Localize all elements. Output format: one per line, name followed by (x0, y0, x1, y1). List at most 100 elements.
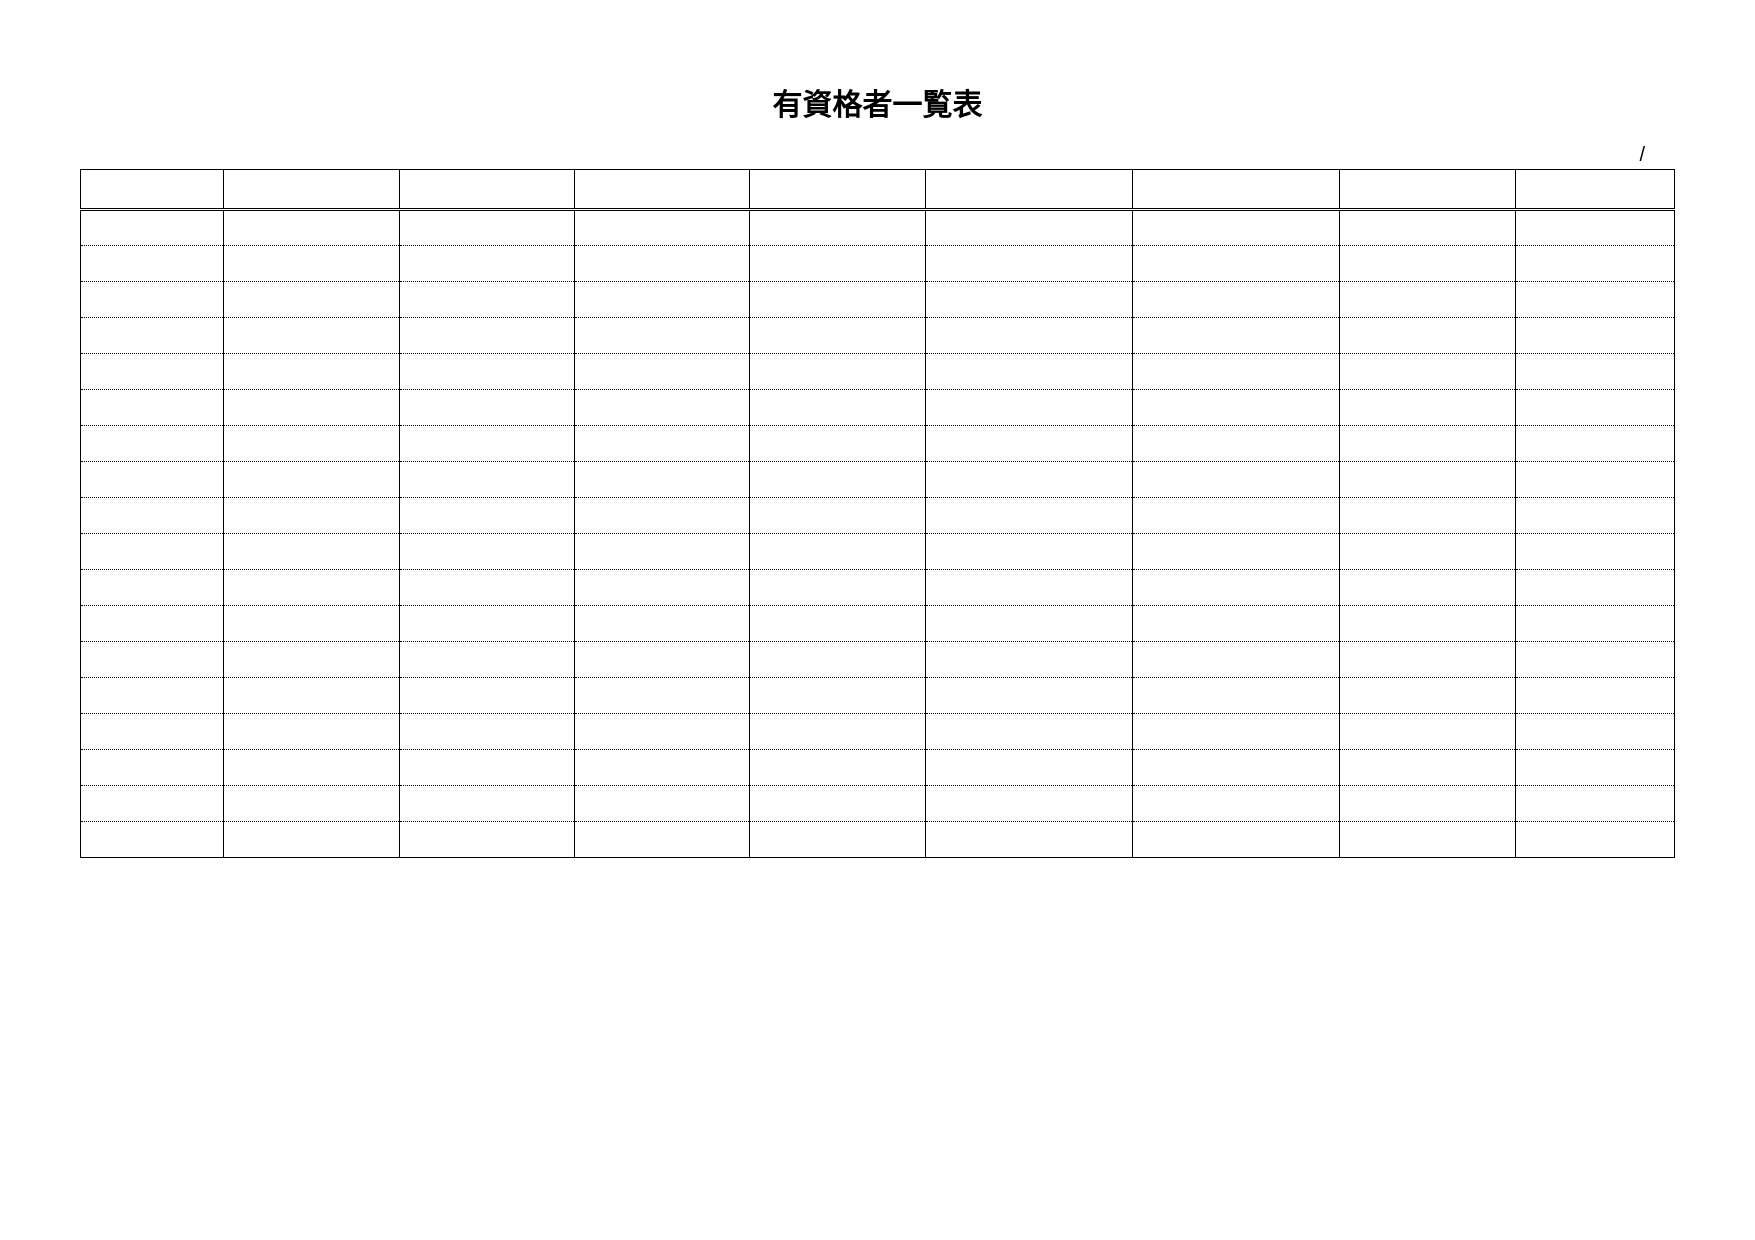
table-cell (1132, 534, 1339, 570)
table-cell (1515, 426, 1674, 462)
table-cell (750, 498, 925, 534)
table-cell (925, 606, 1132, 642)
table-row (81, 714, 1675, 750)
table-cell (750, 354, 925, 390)
table-cell (750, 822, 925, 858)
document-page: 有資格者一覧表 / (0, 0, 1755, 858)
table-cell (224, 354, 399, 390)
table-cell (750, 750, 925, 786)
table-cell (399, 354, 574, 390)
table-header-cell (1132, 170, 1339, 210)
table-cell (575, 498, 750, 534)
table-row (81, 678, 1675, 714)
table-row (81, 750, 1675, 786)
table-cell (750, 210, 925, 246)
table-cell (1340, 318, 1515, 354)
table-cell (1515, 534, 1674, 570)
table-cell (575, 822, 750, 858)
table-cell (750, 786, 925, 822)
table-cell (81, 534, 224, 570)
table-cell (1515, 462, 1674, 498)
table-cell (81, 786, 224, 822)
table-cell (1340, 678, 1515, 714)
table-cell (1340, 534, 1515, 570)
table-cell (575, 606, 750, 642)
table-cell (399, 426, 574, 462)
table-cell (925, 714, 1132, 750)
table-cell (1340, 606, 1515, 642)
table-row (81, 570, 1675, 606)
table-cell (224, 642, 399, 678)
table-cell (1132, 210, 1339, 246)
table-cell (575, 534, 750, 570)
table-cell (224, 282, 399, 318)
table-row (81, 210, 1675, 246)
table-cell (224, 246, 399, 282)
page-number: / (80, 144, 1675, 167)
table-cell (81, 498, 224, 534)
table-cell (925, 786, 1132, 822)
table-cell (1340, 390, 1515, 426)
table-row (81, 246, 1675, 282)
table-cell (1515, 642, 1674, 678)
table-cell (399, 462, 574, 498)
table-cell (1340, 462, 1515, 498)
table-cell (925, 678, 1132, 714)
table-cell (224, 822, 399, 858)
table-cell (399, 246, 574, 282)
table-cell (575, 354, 750, 390)
table-cell (224, 318, 399, 354)
table-cell (575, 426, 750, 462)
table-cell (925, 462, 1132, 498)
table-cell (1132, 570, 1339, 606)
table-cell (224, 462, 399, 498)
table-cell (81, 570, 224, 606)
table-cell (1132, 822, 1339, 858)
table-cell (1132, 498, 1339, 534)
table-cell (81, 714, 224, 750)
table-cell (1515, 750, 1674, 786)
table-cell (1515, 498, 1674, 534)
table-cell (399, 282, 574, 318)
table-cell (575, 570, 750, 606)
table-cell (81, 678, 224, 714)
table-cell (1515, 390, 1674, 426)
table-cell (81, 282, 224, 318)
table-cell (399, 606, 574, 642)
table-cell (1340, 282, 1515, 318)
table-cell (81, 642, 224, 678)
table-cell (1515, 714, 1674, 750)
table-cell (1340, 642, 1515, 678)
table-cell (81, 390, 224, 426)
table-cell (1340, 246, 1515, 282)
table-cell (575, 462, 750, 498)
table-cell (1132, 714, 1339, 750)
table-cell (750, 426, 925, 462)
table-header-cell (750, 170, 925, 210)
table-cell (1132, 678, 1339, 714)
table-cell (1515, 606, 1674, 642)
qualified-persons-table (80, 169, 1675, 858)
table-cell (750, 570, 925, 606)
page-title: 有資格者一覧表 (80, 80, 1675, 124)
table-cell (925, 390, 1132, 426)
table-cell (1515, 822, 1674, 858)
table-cell (224, 426, 399, 462)
table-cell (925, 318, 1132, 354)
table-cell (750, 714, 925, 750)
table-cell (1515, 282, 1674, 318)
table-row (81, 822, 1675, 858)
table-cell (925, 750, 1132, 786)
table-header-cell (224, 170, 399, 210)
table-cell (399, 786, 574, 822)
table-cell (1340, 714, 1515, 750)
table-cell (1515, 246, 1674, 282)
table-cell (575, 786, 750, 822)
table-cell (399, 390, 574, 426)
table-cell (1132, 390, 1339, 426)
table-cell (575, 714, 750, 750)
table-cell (750, 390, 925, 426)
table-cell (399, 534, 574, 570)
table-cell (81, 210, 224, 246)
table-cell (1132, 246, 1339, 282)
